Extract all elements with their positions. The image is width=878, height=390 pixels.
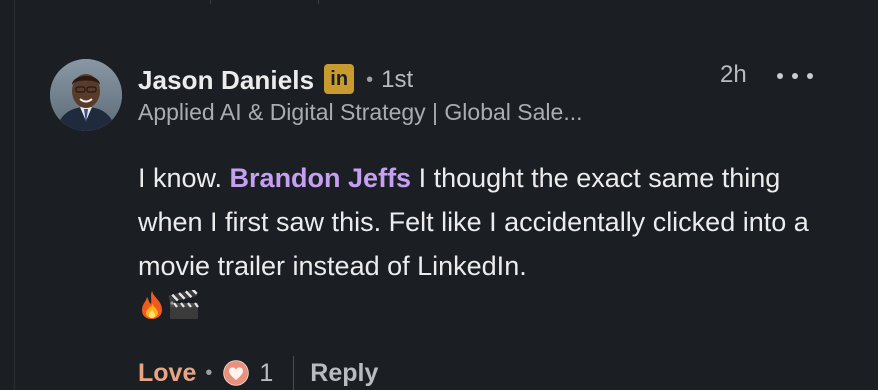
linkedin-badge-icon: in	[324, 64, 355, 94]
clapperboard-emoji-icon	[168, 290, 199, 319]
separator-dot: •	[366, 68, 374, 91]
connection-degree: 1st	[381, 66, 414, 93]
more-dot	[807, 73, 813, 79]
fire-emoji-icon	[142, 291, 162, 319]
actions-divider	[293, 356, 295, 390]
love-reaction-button[interactable]: Love	[138, 359, 196, 388]
comment-header: Jason Daniels in • 1st	[138, 60, 413, 100]
body-text-start: I know.	[138, 163, 230, 193]
separator-dot: •	[205, 361, 213, 384]
love-reaction-icon[interactable]	[221, 358, 251, 388]
mention-link[interactable]: Brandon Jeffs	[230, 163, 412, 193]
previous-comment-divider	[140, 0, 340, 6]
avatar-image	[50, 59, 122, 131]
comment-body: I know. Brandon Jeffs I thought the exac…	[138, 156, 838, 288]
comment-timestamp: 2h	[720, 61, 747, 88]
author-avatar[interactable]	[50, 59, 122, 131]
reaction-count[interactable]: 1	[259, 359, 273, 388]
more-dot	[777, 73, 783, 79]
comment-actions: Love • 1 Reply	[138, 355, 378, 390]
badge-label: in	[330, 68, 349, 90]
more-dot	[792, 73, 798, 79]
author-headline[interactable]: Applied AI & Digital Strategy | Global S…	[138, 99, 583, 126]
more-options-icon[interactable]	[777, 64, 813, 88]
author-name[interactable]: Jason Daniels	[138, 65, 314, 96]
reply-button[interactable]: Reply	[310, 359, 378, 388]
comment-emojis	[138, 290, 200, 320]
